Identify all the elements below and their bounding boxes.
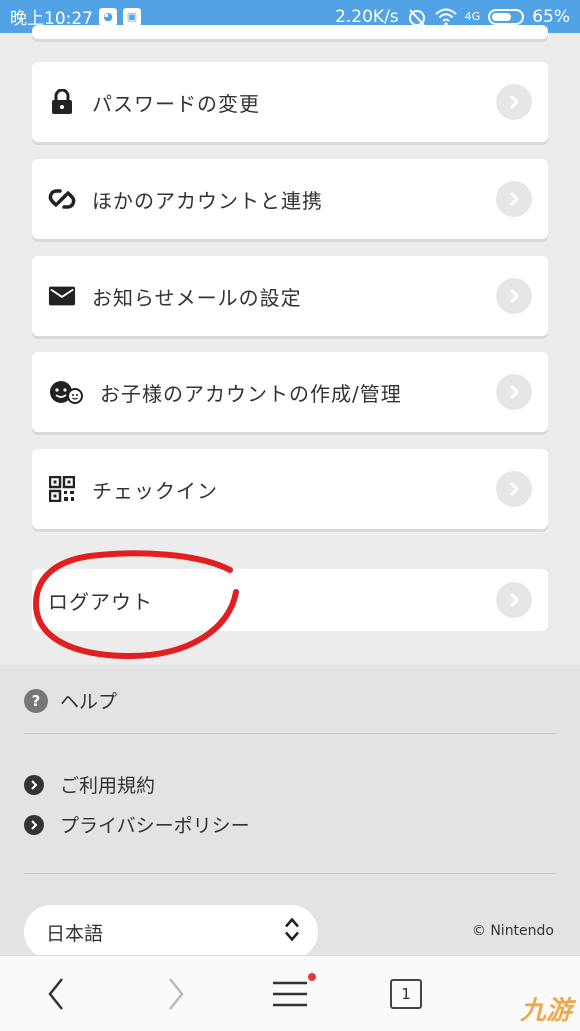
alarm-off-icon [408, 8, 425, 26]
qr-code-icon [48, 475, 76, 503]
status-right: 2.20K/s 4G 65% [335, 7, 570, 27]
tabs-button[interactable]: 1 [390, 978, 422, 1009]
menu-item-label: お子様のアカウントの作成/管理 [100, 381, 402, 406]
watermark-logo: 九游 [519, 996, 572, 1026]
previous-menu-item[interactable] [32, 25, 548, 39]
logout-button[interactable]: ログアウト [32, 569, 548, 631]
chevron-right-icon [24, 814, 44, 835]
language-value: 日本語 [46, 922, 104, 945]
copyright: © Nintendo [471, 923, 554, 939]
hamburger-menu-icon [273, 981, 307, 1006]
menu-item-child-accounts[interactable]: お子様のアカウントの作成/管理 [32, 352, 548, 432]
divider [24, 733, 556, 734]
battery-level: 65% [532, 6, 570, 27]
family-icon [48, 378, 84, 406]
chevron-right-icon [496, 84, 532, 120]
menu-item-check-in[interactable]: チェックイン [32, 449, 548, 529]
network-speed: 2.20K/s [335, 6, 399, 27]
chevron-right-icon [496, 374, 532, 410]
menu-item-label: お知らせメールの設定 [92, 285, 302, 310]
privacy-policy-link[interactable]: プライバシーポリシー [24, 811, 250, 838]
lock-icon [48, 88, 76, 116]
help-icon: ? [24, 688, 48, 713]
chevron-right-icon [24, 774, 44, 795]
menu-item-label: ほかのアカウントと連携 [92, 188, 323, 213]
terms-link[interactable]: ご利用規約 [24, 771, 155, 798]
signal-icon: 4G [464, 10, 481, 23]
wifi-icon [435, 8, 457, 26]
tab-count: 1 [390, 978, 422, 1009]
qq-icon: ◕ [99, 7, 117, 26]
chevron-right-icon [496, 181, 532, 217]
menu-button[interactable] [272, 972, 316, 1009]
menu-item-link-accounts[interactable]: ほかのアカウントと連携 [32, 159, 548, 239]
privacy-policy-label: プライバシーポリシー [60, 815, 250, 837]
mail-icon [48, 282, 76, 310]
terms-label: ご利用規約 [60, 775, 156, 797]
link-icon [48, 185, 76, 213]
menu-item-label: チェックイン [92, 478, 218, 503]
forward-button[interactable] [166, 977, 186, 1011]
battery-icon [488, 8, 525, 25]
settings-list: パスワードの変更 ほかのアカウントと連携 お知らせメールの設定 お子様のアカウン… [0, 25, 580, 665]
divider [24, 873, 556, 874]
language-select[interactable]: 日本語 [24, 905, 318, 959]
menu-item-email-settings[interactable]: お知らせメールの設定 [32, 256, 548, 336]
logout-label: ログアウト [48, 589, 153, 614]
chevron-right-icon [496, 471, 532, 507]
help-link[interactable]: ? ヘルプ [24, 687, 117, 714]
app-notification-icon: ▣ [123, 7, 141, 26]
back-button[interactable] [46, 977, 66, 1011]
help-label: ヘルプ [60, 691, 118, 713]
notification-dot [308, 972, 316, 981]
browser-nav-bar: 1 九游 [0, 955, 580, 1031]
menu-item-change-password[interactable]: パスワードの変更 [32, 62, 548, 142]
footer: ? ヘルプ ご利用規約 プライバシーポリシー 日本語 © Nintendo [0, 665, 580, 959]
chevron-right-icon [496, 278, 532, 314]
updown-arrows-icon [284, 917, 300, 948]
chevron-right-icon [496, 582, 532, 618]
back-arrow-icon [48, 977, 63, 1010]
forward-arrow-icon [169, 977, 184, 1010]
menu-item-label: パスワードの変更 [92, 91, 260, 116]
